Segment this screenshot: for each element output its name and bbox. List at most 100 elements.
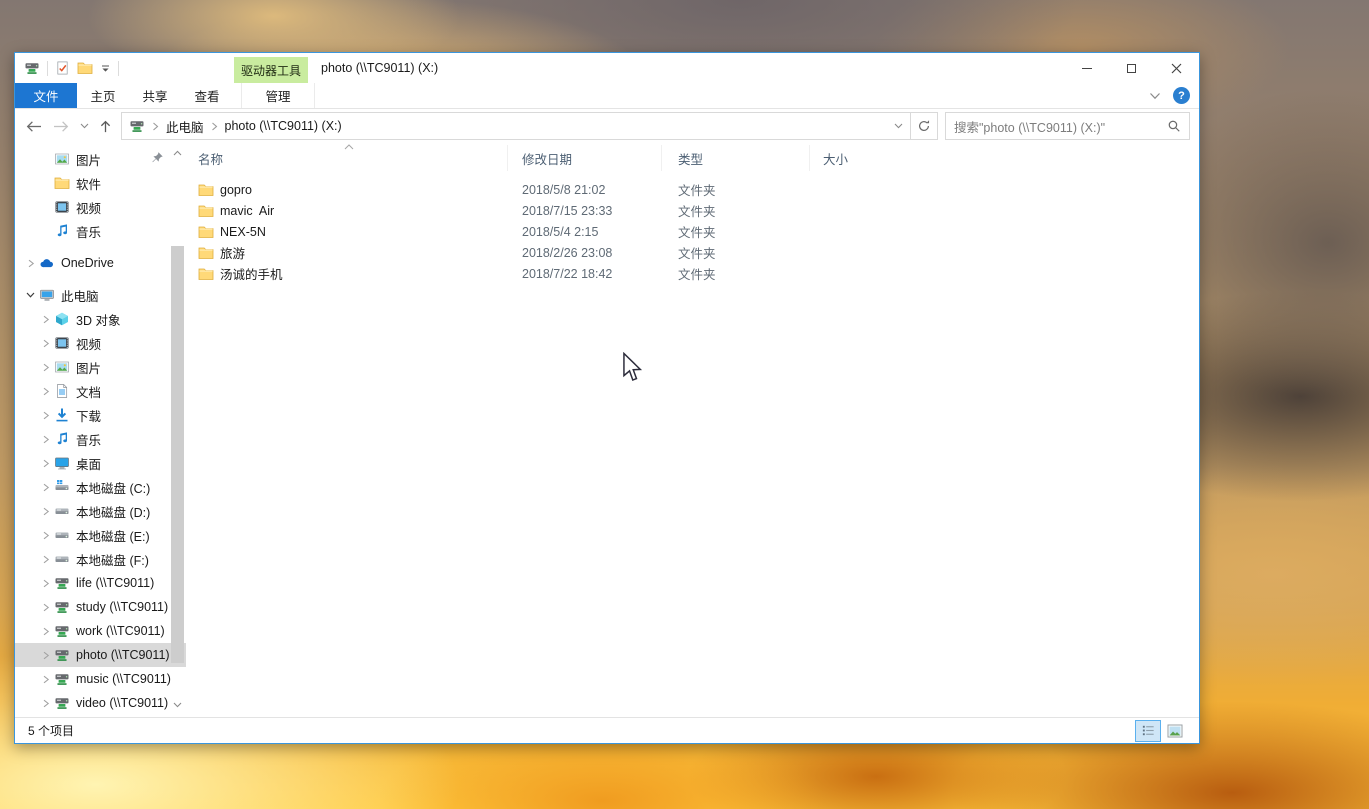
chevron-right-icon[interactable]: [38, 579, 53, 588]
file-row[interactable]: mavic Air 2018/7/15 23:33文件夹: [186, 200, 1199, 221]
chevron-right-icon[interactable]: [38, 459, 53, 468]
chevron-right-icon[interactable]: [38, 339, 53, 348]
chevron-right-icon[interactable]: [38, 483, 53, 492]
sidebar-item[interactable]: 图片: [15, 147, 186, 171]
sidebar-item[interactable]: 本地磁盘 (F:): [15, 547, 186, 571]
properties-check-icon[interactable]: [55, 60, 70, 76]
column-header-size[interactable]: 大小: [810, 145, 850, 171]
navigation-bar: 此电脑 photo (\\TC9011) (X:) 搜索"photo (\\TC…: [15, 109, 1199, 143]
sidebar-item[interactable]: 本地磁盘 (D:): [15, 499, 186, 523]
sidebar-item[interactable]: 音乐: [15, 427, 186, 451]
history-dropdown-icon[interactable]: [80, 123, 89, 129]
chevron-down-icon[interactable]: [23, 291, 38, 299]
file-date: 2018/7/15 23:33: [508, 204, 662, 218]
view-details-button[interactable]: [1136, 721, 1160, 741]
maximize-button[interactable]: [1109, 53, 1154, 83]
file-type: 文件夹: [662, 201, 810, 220]
ribbon-collapse-icon[interactable]: [1149, 92, 1161, 100]
search-icon[interactable]: [1167, 119, 1181, 133]
file-row[interactable]: 旅游2018/2/26 23:08文件夹: [186, 242, 1199, 263]
music-icon: [53, 223, 70, 239]
sidebar-item[interactable]: OneDrive: [15, 251, 186, 275]
tab-home[interactable]: 主页: [77, 83, 129, 108]
chevron-right-icon[interactable]: [38, 507, 53, 516]
sidebar-item[interactable]: 软件: [15, 171, 186, 195]
file-row[interactable]: NEX-5N2018/5/4 2:15文件夹: [186, 221, 1199, 242]
chevron-right-icon[interactable]: [38, 627, 53, 636]
sidebar-item[interactable]: video (\\TC9011): [15, 691, 186, 715]
sidebar-item[interactable]: life (\\TC9011): [15, 571, 186, 595]
chevron-right-icon[interactable]: [38, 699, 53, 708]
column-header-date[interactable]: 修改日期: [508, 145, 662, 171]
sidebar-item[interactable]: 本地磁盘 (C:): [15, 475, 186, 499]
sidebar-item[interactable]: 此电脑: [15, 283, 186, 307]
file-type: 文件夹: [662, 243, 810, 262]
chevron-right-icon[interactable]: [38, 603, 53, 612]
sidebar-item[interactable]: photo (\\TC9011): [15, 643, 186, 667]
file-row[interactable]: gopro2018/5/8 21:02文件夹: [186, 179, 1199, 200]
sidebar-item[interactable]: 3D 对象: [15, 307, 186, 331]
sidebar-scrollbar[interactable]: [171, 147, 184, 711]
ribbon-tab-row: 文件 主页 共享 查看 管理 ?: [15, 83, 1199, 109]
sidebar-item[interactable]: study (\\TC9011): [15, 595, 186, 619]
refresh-icon[interactable]: [910, 113, 937, 139]
chevron-right-icon[interactable]: [23, 259, 38, 268]
sidebar-item-label: music (\\TC9011): [76, 672, 171, 686]
chevron-right-icon[interactable]: [38, 387, 53, 396]
address-bar[interactable]: 此电脑 photo (\\TC9011) (X:): [121, 112, 938, 140]
drive-icon: [53, 527, 70, 543]
explorer-drive-icon: [24, 60, 40, 76]
sidebar-item[interactable]: 文档: [15, 379, 186, 403]
sidebar-item[interactable]: music (\\TC9011): [15, 667, 186, 691]
breadcrumb-current-folder[interactable]: photo (\\TC9011) (X:): [220, 119, 347, 133]
column-headers: 名称 修改日期 类型 大小: [186, 145, 1199, 171]
file-list-pane: 名称 修改日期 类型 大小 gopro2018/5/8 21:02文件夹mavi…: [186, 143, 1199, 717]
chevron-right-icon[interactable]: [38, 435, 53, 444]
tab-view[interactable]: 查看: [181, 83, 233, 108]
new-folder-icon[interactable]: [77, 60, 93, 76]
sidebar-item[interactable]: 图片: [15, 355, 186, 379]
chevron-right-icon[interactable]: [38, 555, 53, 564]
sidebar-item[interactable]: 桌面: [15, 451, 186, 475]
qat-dropdown-icon[interactable]: [100, 63, 111, 74]
sidebar-item-label: 图片: [76, 358, 101, 377]
sidebar-item[interactable]: work (\\TC9011): [15, 619, 186, 643]
scroll-down-icon[interactable]: [171, 699, 184, 711]
chevron-right-icon[interactable]: [38, 363, 53, 372]
chevron-right-icon[interactable]: [38, 411, 53, 420]
address-dropdown-icon[interactable]: [886, 113, 910, 139]
help-icon[interactable]: ?: [1173, 87, 1190, 104]
sidebar-item[interactable]: 下载: [15, 403, 186, 427]
chevron-right-icon[interactable]: [38, 651, 53, 660]
folder-icon: [198, 224, 214, 240]
chevron-right-icon[interactable]: [38, 531, 53, 540]
chevron-right-icon[interactable]: [38, 315, 53, 324]
tab-manage[interactable]: 管理: [241, 83, 315, 108]
search-box[interactable]: 搜索"photo (\\TC9011) (X:)": [945, 112, 1190, 140]
back-icon[interactable]: [24, 119, 43, 134]
sidebar-item[interactable]: 本地磁盘 (E:): [15, 523, 186, 547]
scrollbar-thumb[interactable]: [171, 246, 184, 663]
navigation-pane: 图片软件视频音乐OneDrive此电脑3D 对象视频图片文档下载音乐桌面本地磁盘…: [15, 143, 186, 717]
forward-icon[interactable]: [52, 119, 71, 134]
file-name: mavic Air: [220, 204, 274, 218]
view-thumbnails-button[interactable]: [1163, 721, 1187, 741]
minimize-button[interactable]: [1064, 53, 1109, 83]
up-icon[interactable]: [98, 119, 113, 134]
folder-icon: [198, 245, 214, 261]
sidebar-item[interactable]: 音乐: [15, 219, 186, 243]
tab-file[interactable]: 文件: [15, 83, 77, 108]
file-row[interactable]: 汤诚的手机2018/7/22 18:42文件夹: [186, 263, 1199, 284]
sidebar-item[interactable]: 视频: [15, 195, 186, 219]
drive-windows-icon: [53, 479, 70, 495]
sidebar-item-label: 视频: [76, 334, 101, 353]
sidebar-item-label: 3D 对象: [76, 310, 120, 329]
tab-share[interactable]: 共享: [129, 83, 181, 108]
close-button[interactable]: [1154, 53, 1199, 83]
scroll-up-icon[interactable]: [171, 147, 184, 159]
column-header-type[interactable]: 类型: [662, 145, 810, 171]
breadcrumb-this-pc[interactable]: 此电脑: [161, 117, 209, 136]
sidebar-item[interactable]: 视频: [15, 331, 186, 355]
chevron-right-icon[interactable]: [38, 675, 53, 684]
folder-icon: [198, 182, 214, 198]
